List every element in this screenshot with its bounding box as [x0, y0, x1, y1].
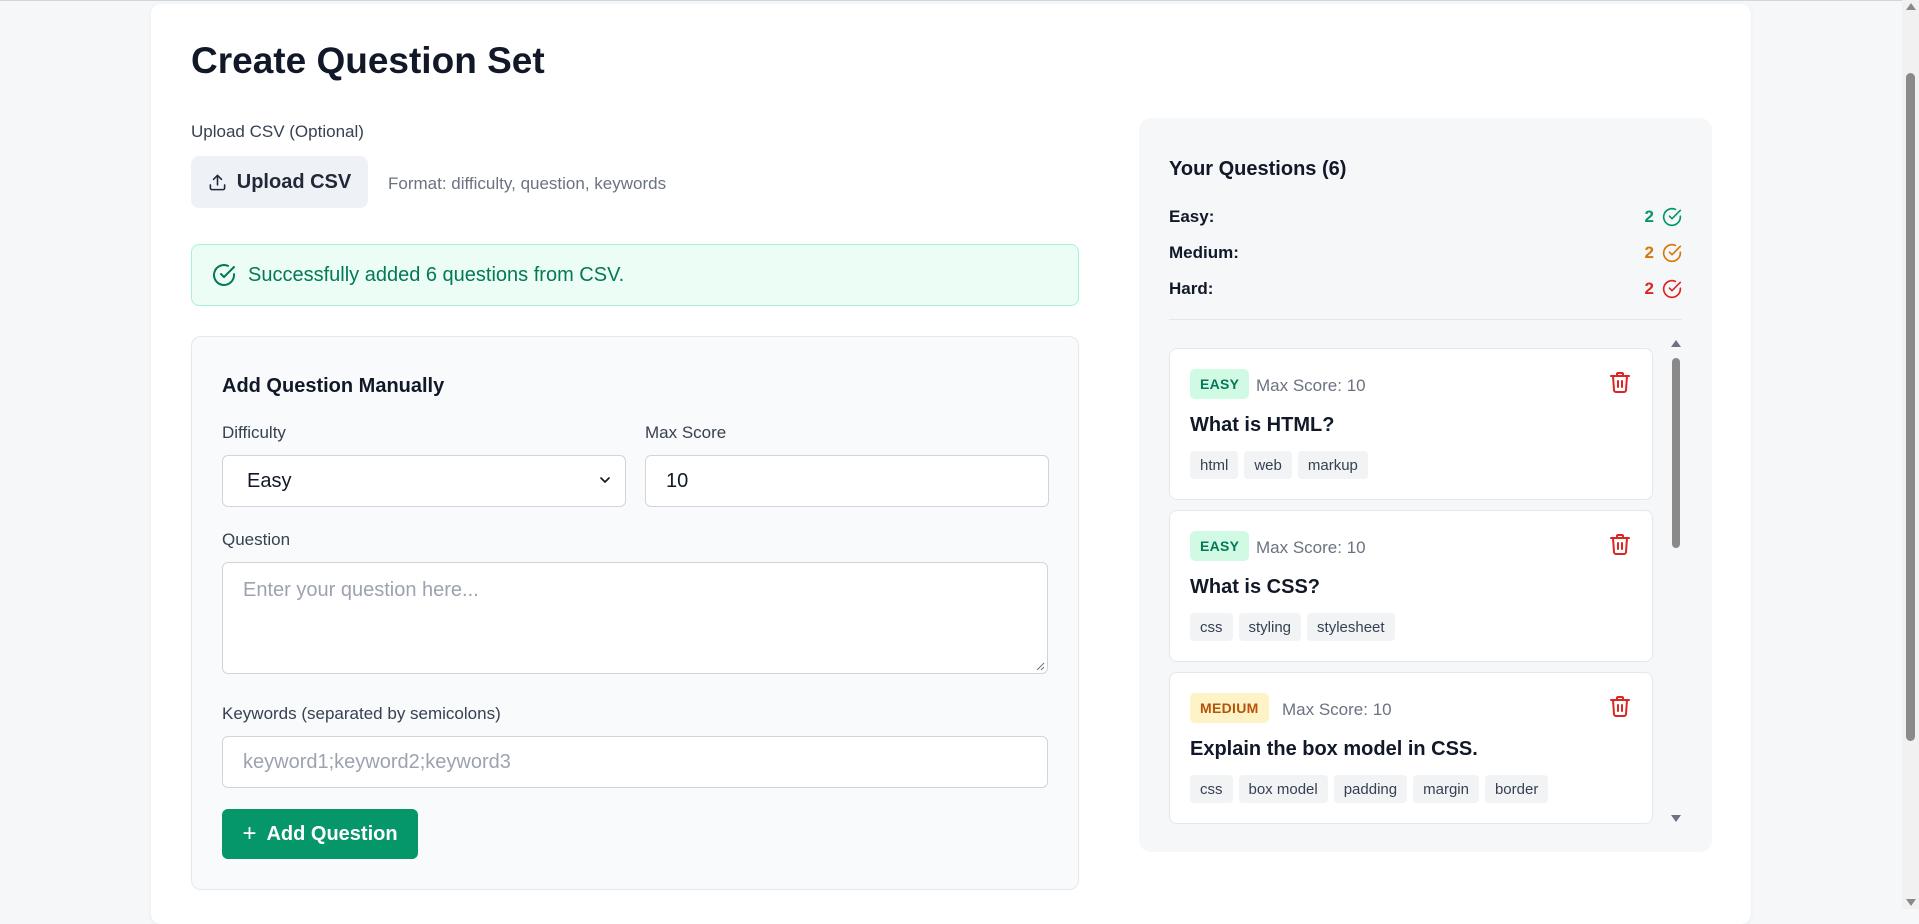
upload-csv-button[interactable]: Upload CSV — [191, 156, 368, 208]
keyword-tag: padding — [1333, 775, 1408, 803]
keyword-tag: web — [1244, 451, 1292, 479]
keyword-tag: css — [1190, 613, 1233, 641]
keyword-tag: html — [1190, 451, 1239, 479]
question-card: EASY Max Score: 10 What is HTML? html we… — [1169, 348, 1653, 500]
resize-handle-icon[interactable] — [1035, 661, 1045, 671]
tag-list: css box model padding margin border — [1190, 775, 1549, 803]
tag-list: html web markup — [1190, 451, 1368, 479]
keyword-tag: css — [1190, 775, 1233, 803]
keyword-tag: stylesheet — [1307, 613, 1395, 641]
question-label: Question — [222, 530, 291, 549]
tag-list: css styling stylesheet — [1190, 613, 1395, 641]
difficulty-badge: EASY — [1190, 531, 1250, 561]
keywords-placeholder: keyword1;keyword2;keyword3 — [243, 750, 511, 773]
page-scroll-thumb[interactable] — [1906, 73, 1915, 741]
plus-icon: + — [242, 820, 257, 847]
question-text: Explain the box model in CSS. — [1190, 738, 1478, 760]
upload-label: Upload CSV (Optional) — [191, 122, 364, 141]
main-card: Create Question Set Upload CSV (Optional… — [151, 4, 1751, 924]
check-circle-icon — [1662, 279, 1682, 299]
max-score-text: Max Score: 10 — [1256, 538, 1366, 557]
page-scrollbar[interactable] — [1902, 0, 1919, 909]
panel-title: Add Question Manually — [222, 375, 445, 397]
keyword-tag: border — [1484, 775, 1549, 803]
check-circle-icon — [1662, 207, 1682, 227]
keyword-tag: box model — [1238, 775, 1328, 803]
keyword-tag: markup — [1297, 451, 1368, 479]
difficulty-select[interactable]: Easy — [222, 455, 626, 507]
add-question-button[interactable]: + Add Question — [222, 809, 418, 859]
easy-count-label: Easy: — [1169, 207, 1215, 226]
medium-count-label: Medium: — [1169, 243, 1239, 262]
easy-count-value: 2 — [1644, 207, 1654, 226]
trash-icon[interactable] — [1608, 531, 1632, 557]
chevron-down-icon — [600, 477, 610, 483]
check-circle-icon — [213, 264, 235, 286]
trash-icon[interactable] — [1608, 693, 1632, 719]
question-placeholder: Enter your question here... — [243, 579, 479, 601]
questions-list[interactable]: EASY Max Score: 10 What is HTML? html we… — [1169, 338, 1712, 828]
success-message: Successfully added 6 questions from CSV. — [248, 263, 625, 286]
check-circle-icon — [1662, 243, 1682, 263]
easy-count-row: Easy: 2 — [1169, 204, 1682, 230]
question-card: MEDIUM Max Score: 10 Explain the box mod… — [1169, 672, 1653, 824]
trash-icon[interactable] — [1608, 369, 1632, 395]
format-hint: Format: difficulty, question, keywords — [388, 174, 667, 193]
scroll-up-arrow-icon[interactable] — [1671, 340, 1681, 347]
questions-panel: Your Questions (6) Easy: 2 Medium: 2 Har… — [1139, 118, 1712, 852]
keyword-tag: margin — [1413, 775, 1479, 803]
max-score-input[interactable]: 10 — [645, 455, 1049, 507]
add-question-panel: Add Question Manually Difficulty Easy Ma… — [191, 336, 1079, 890]
hard-count-label: Hard: — [1169, 279, 1214, 298]
upload-icon — [209, 174, 226, 190]
scroll-up-arrow-icon[interactable] — [1906, 3, 1916, 10]
keywords-input[interactable]: keyword1;keyword2;keyword3 — [222, 736, 1048, 788]
page-title: Create Question Set — [191, 40, 545, 81]
max-score-value: 10 — [666, 469, 689, 492]
hard-count-value: 2 — [1644, 279, 1654, 298]
questions-panel-title: Your Questions (6) — [1169, 158, 1347, 180]
list-scrollbar[interactable] — [1670, 338, 1682, 828]
hard-count-row: Hard: 2 — [1169, 276, 1682, 302]
top-border — [0, 0, 1919, 1]
question-textarea[interactable]: Enter your question here... — [222, 562, 1048, 674]
question-card: EASY Max Score: 10 What is CSS? css styl… — [1169, 510, 1653, 662]
max-score-text: Max Score: 10 — [1256, 376, 1366, 395]
difficulty-badge: MEDIUM — [1190, 693, 1269, 723]
max-score-label: Max Score — [645, 423, 727, 442]
medium-count-row: Medium: 2 — [1169, 240, 1682, 266]
difficulty-label: Difficulty — [222, 423, 286, 442]
max-score-text: Max Score: 10 — [1282, 700, 1392, 719]
success-alert: Successfully added 6 questions from CSV. — [191, 244, 1079, 306]
upload-button-label: Upload CSV — [236, 170, 352, 193]
keyword-tag: styling — [1238, 613, 1302, 641]
scroll-thumb[interactable] — [1672, 358, 1680, 548]
difficulty-value: Easy — [247, 469, 292, 492]
add-question-label: Add Question — [266, 822, 398, 845]
keywords-label: Keywords (separated by semicolons) — [222, 704, 501, 723]
difficulty-badge: EASY — [1190, 369, 1250, 399]
scroll-down-arrow-icon[interactable] — [1906, 899, 1916, 906]
question-text: What is HTML? — [1190, 414, 1335, 436]
medium-count-value: 2 — [1644, 243, 1654, 262]
divider — [1169, 319, 1682, 320]
scroll-down-arrow-icon[interactable] — [1671, 815, 1681, 822]
question-text: What is CSS? — [1190, 576, 1321, 598]
